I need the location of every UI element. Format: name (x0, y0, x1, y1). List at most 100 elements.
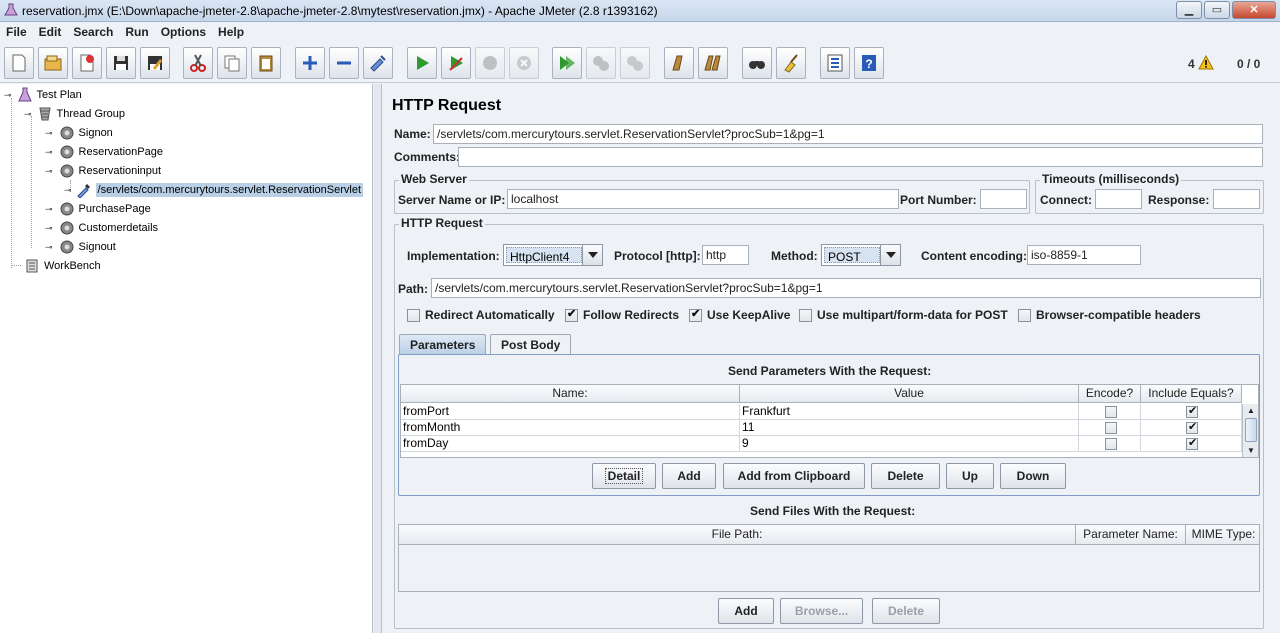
tree-toggle-icon[interactable]: ⊸ (64, 185, 72, 196)
tree-item-thread-group[interactable]: ⊸ Thread Group (24, 105, 125, 123)
help-button[interactable]: ? (854, 47, 884, 79)
use-keepalive-checkbox[interactable]: Use KeepAlive (689, 307, 790, 322)
tree-toggle-icon[interactable]: ⊸ (45, 128, 53, 139)
clear-button[interactable] (664, 47, 694, 79)
panel-splitter[interactable] (374, 84, 382, 633)
browse-button[interactable]: Browse... (780, 598, 863, 624)
param-name-cell[interactable]: fromPort (401, 404, 740, 420)
menu-run[interactable]: Run (119, 25, 154, 39)
menu-edit[interactable]: Edit (33, 25, 68, 39)
param-value-cell[interactable]: 11 (740, 420, 1079, 436)
tab-post-body[interactable]: Post Body (490, 334, 572, 354)
add-from-clipboard-button[interactable]: Add from Clipboard (723, 463, 865, 489)
method-select[interactable]: POST (821, 244, 901, 266)
move-down-button[interactable]: Down (1000, 463, 1066, 489)
remote-stop-button[interactable] (586, 47, 616, 79)
encode-cell[interactable] (1079, 436, 1141, 452)
new-button[interactable] (4, 47, 34, 79)
open-button[interactable] (38, 47, 68, 79)
tree-toggle-icon[interactable]: ⊸ (45, 204, 53, 215)
add-parameter-button[interactable]: Add (662, 463, 716, 489)
implementation-select[interactable]: HttpClient4 (503, 244, 603, 266)
function-helper-button[interactable] (820, 47, 850, 79)
tree-item-reservationinput[interactable]: ⊸ Reservationinput (45, 162, 161, 180)
tree-item-http-request[interactable]: ⊸ /servlets/com.mercurytours.servlet.Res… (64, 181, 364, 199)
reset-search-button[interactable] (776, 47, 806, 79)
include-equals-cell[interactable] (1141, 404, 1242, 420)
copy-button[interactable] (217, 47, 247, 79)
follow-redirects-checkbox[interactable]: Follow Redirects (565, 307, 679, 322)
column-header-name[interactable]: Name: (401, 385, 740, 403)
tree-item-signout[interactable]: ⊸ Signout (45, 238, 116, 256)
param-value-cell[interactable]: Frankfurt (740, 404, 1079, 420)
chevron-down-icon[interactable] (880, 245, 900, 265)
connect-timeout-field[interactable] (1095, 189, 1142, 209)
tab-parameters[interactable]: Parameters (399, 334, 487, 354)
shutdown-button[interactable] (509, 47, 539, 79)
tree-toggle-icon[interactable]: ⊸ (45, 223, 53, 234)
start-button[interactable] (407, 47, 437, 79)
column-header-parameter-name[interactable]: Parameter Name: (1076, 525, 1186, 545)
tree-item-test-plan[interactable]: ⊸ Test Plan (4, 86, 82, 104)
collapse-button[interactable] (329, 47, 359, 79)
response-timeout-field[interactable] (1213, 189, 1260, 209)
content-encoding-field[interactable]: iso-8859-1 (1027, 245, 1141, 265)
toggle-button[interactable] (363, 47, 393, 79)
tree-item-workbench[interactable]: WorkBench (24, 257, 101, 275)
delete-file-button[interactable]: Delete (872, 598, 940, 624)
param-value-cell[interactable]: 9 (740, 436, 1079, 452)
close-button[interactable] (72, 47, 102, 79)
scroll-up-icon[interactable]: ▲ (1243, 404, 1258, 418)
column-header-include-equals[interactable]: Include Equals? (1141, 385, 1242, 403)
encode-cell[interactable] (1079, 404, 1141, 420)
parameters-scrollbar[interactable]: ▲ ▼ (1242, 404, 1258, 457)
expand-button[interactable] (295, 47, 325, 79)
comments-field[interactable] (458, 147, 1263, 167)
column-header-encode[interactable]: Encode? (1079, 385, 1141, 403)
server-name-field[interactable]: localhost (507, 189, 899, 209)
save-as-button[interactable] (140, 47, 170, 79)
menu-options[interactable]: Options (155, 25, 212, 39)
column-header-mime-type[interactable]: MIME Type: (1186, 525, 1259, 545)
warning-icon[interactable] (1198, 55, 1214, 70)
tree-toggle-icon[interactable]: ⊸ (45, 242, 53, 253)
tree-item-reservation-page[interactable]: ⊸ ReservationPage (45, 143, 163, 161)
protocol-field[interactable]: http (702, 245, 749, 265)
tree-item-customerdetails[interactable]: ⊸ Customerdetails (45, 219, 158, 237)
tree-toggle-icon[interactable]: ⊸ (45, 147, 53, 158)
column-header-value[interactable]: Value (740, 385, 1079, 403)
menu-search[interactable]: Search (67, 25, 119, 39)
browser-compatible-headers-checkbox[interactable]: Browser-compatible headers (1018, 308, 1201, 322)
path-field[interactable]: /servlets/com.mercurytours.servlet.Reser… (431, 278, 1261, 298)
files-table-body[interactable] (399, 545, 1259, 591)
column-header-file-path[interactable]: File Path: (399, 525, 1076, 545)
cut-button[interactable] (183, 47, 213, 79)
param-name-cell[interactable]: fromDay (401, 436, 740, 452)
save-button[interactable] (106, 47, 136, 79)
start-no-timers-button[interactable] (441, 47, 471, 79)
remote-shutdown-button[interactable] (620, 47, 650, 79)
encode-cell[interactable] (1079, 420, 1141, 436)
clear-all-button[interactable] (698, 47, 728, 79)
paste-button[interactable] (251, 47, 281, 79)
chevron-down-icon[interactable] (582, 245, 602, 265)
include-equals-cell[interactable] (1141, 436, 1242, 452)
delete-parameter-button[interactable]: Delete (871, 463, 940, 489)
remote-start-button[interactable] (552, 47, 582, 79)
move-up-button[interactable]: Up (946, 463, 994, 489)
name-field[interactable]: /servlets/com.mercurytours.servlet.Reser… (433, 124, 1263, 144)
param-name-cell[interactable]: fromMonth (401, 420, 740, 436)
include-equals-cell[interactable] (1141, 420, 1242, 436)
close-window-button[interactable]: ✕ (1232, 1, 1276, 19)
tree-toggle-icon[interactable]: ⊸ (45, 166, 53, 177)
add-file-button[interactable]: Add (718, 598, 774, 624)
redirect-automatically-checkbox[interactable]: Redirect Automatically (407, 308, 555, 322)
stop-button[interactable] (475, 47, 505, 79)
tree-toggle-icon[interactable]: ⊸ (4, 90, 12, 101)
menu-file[interactable]: File (0, 25, 33, 39)
port-field[interactable] (980, 189, 1027, 209)
use-multipart-checkbox[interactable]: Use multipart/form-data for POST (799, 308, 1008, 322)
tree-item-signon[interactable]: ⊸ Signon (45, 124, 113, 142)
detail-button[interactable]: Detail (592, 463, 656, 489)
menu-help[interactable]: Help (212, 25, 250, 39)
